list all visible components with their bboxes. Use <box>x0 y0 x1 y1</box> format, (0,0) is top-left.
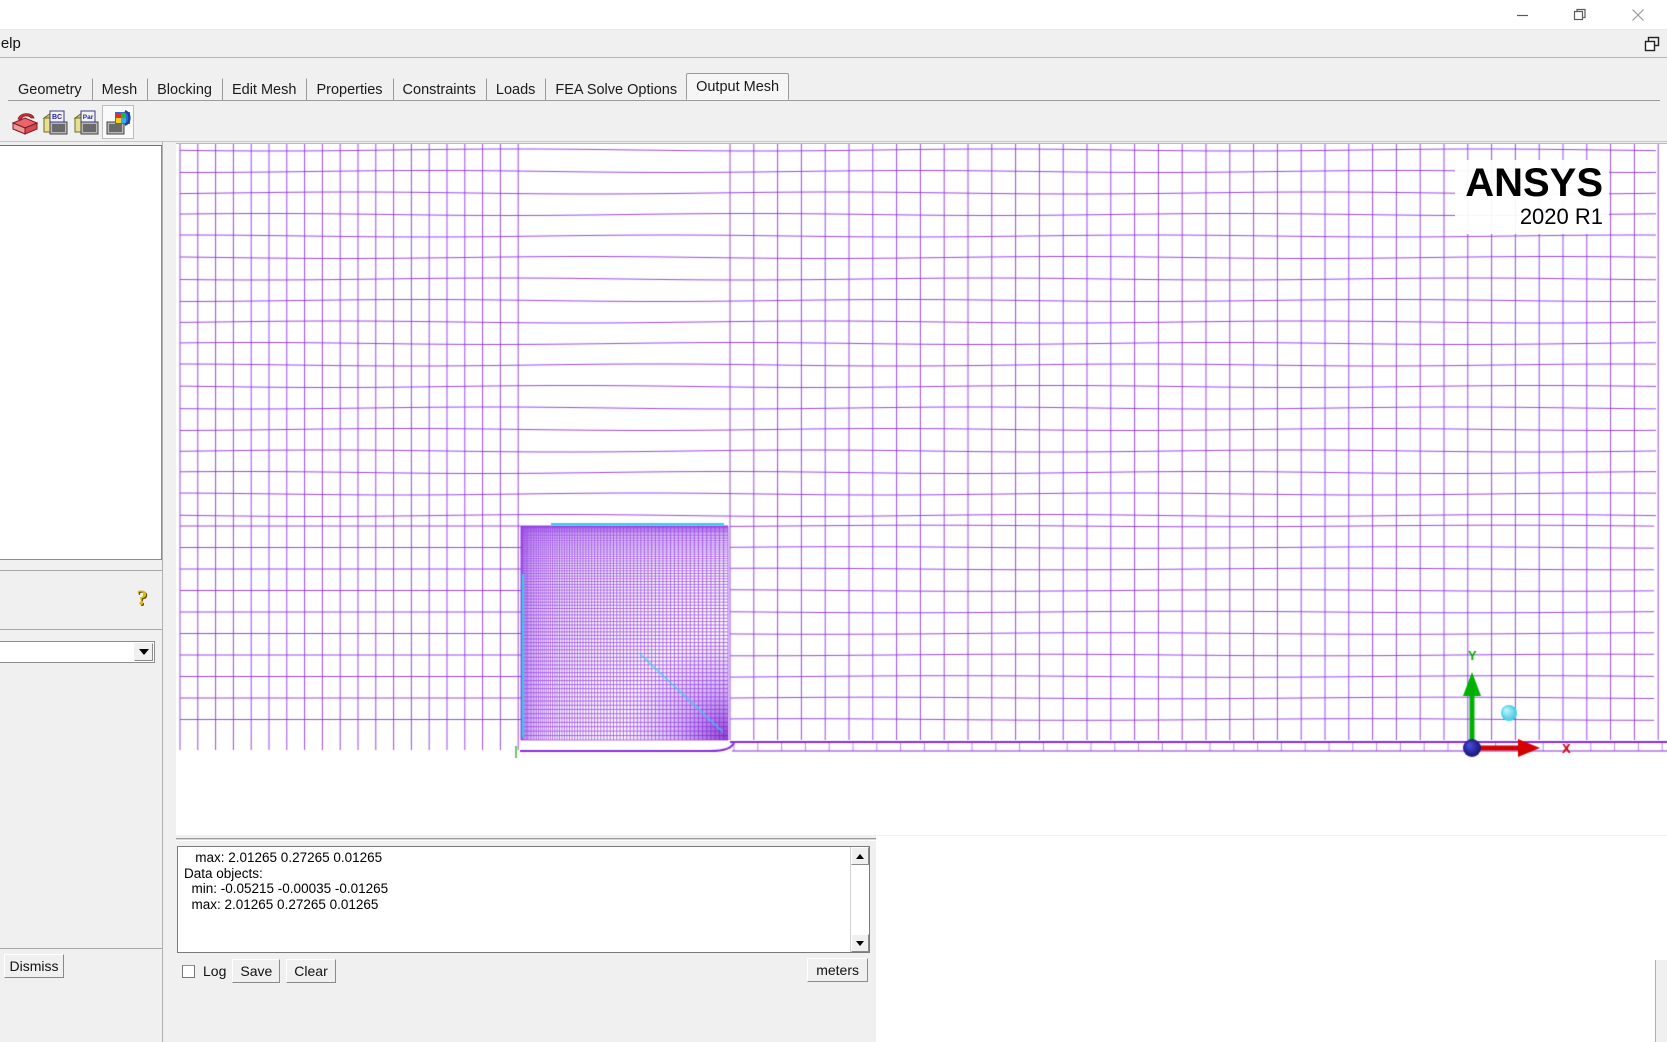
write-par-file-icon[interactable]: Par <box>72 106 102 138</box>
output-solver-dropdown[interactable] <box>0 641 155 663</box>
mesh-display[interactable] <box>176 144 1667 835</box>
right-edge-scroll[interactable] <box>1655 960 1667 1042</box>
menu-bar: Help <box>0 30 1667 58</box>
message-controls: Log Save Clear <box>182 958 336 984</box>
toolbar: BC Par <box>10 104 134 140</box>
write-input-icon[interactable] <box>102 105 134 139</box>
tab-fea-solve-options[interactable]: FEA Solve Options <box>545 78 688 100</box>
combo-strip <box>0 631 162 671</box>
tab-loads[interactable]: Loads <box>485 78 546 100</box>
question-mark-icon[interactable]: ? <box>132 585 152 611</box>
clear-button[interactable]: Clear <box>286 959 336 983</box>
write-bc-file-icon[interactable]: BC <box>41 106 71 138</box>
title-bar <box>0 0 1667 30</box>
panel-divider <box>0 948 162 949</box>
save-button[interactable]: Save <box>232 959 281 983</box>
minimize-button[interactable] <box>1493 0 1551 30</box>
tab-mesh[interactable]: Mesh <box>91 78 148 100</box>
close-button[interactable] <box>1609 0 1667 30</box>
restore-button[interactable] <box>1551 0 1609 30</box>
left-panel: ? Dismiss <box>0 142 163 1042</box>
chevron-down-icon[interactable] <box>134 643 153 661</box>
tab-strip: Geometry Mesh Blocking Edit Mesh Properties C… <box>0 58 1667 142</box>
dismiss-button[interactable]: Dismiss <box>4 954 64 978</box>
log-label: Log <box>203 963 227 979</box>
svg-text:Par: Par <box>83 114 94 121</box>
menu-item-help[interactable]: Help <box>0 34 27 54</box>
message-log[interactable]: max: 2.01265 0.27265 0.01265 Data object… <box>177 846 870 953</box>
message-area-divider <box>176 838 876 841</box>
tab-constraints[interactable]: Constraints <box>392 78 486 100</box>
scroll-track[interactable] <box>851 865 869 934</box>
application-window: Help GeometryMeshBlockingEdit MeshProper… <box>0 0 1667 1042</box>
units-button[interactable]: meters <box>807 958 868 982</box>
log-checkbox[interactable] <box>182 964 195 978</box>
message-log-scrollbar[interactable] <box>850 847 869 952</box>
help-strip: ? <box>0 570 162 630</box>
message-log-text: max: 2.01265 0.27265 0.01265 Data object… <box>184 850 389 912</box>
tab-row: Geometry Mesh Blocking Edit Mesh Properties C… <box>8 73 790 100</box>
scroll-down-button[interactable] <box>851 934 869 952</box>
tab-properties[interactable]: Properties <box>306 78 393 100</box>
svg-text:BC: BC <box>52 114 62 121</box>
scroll-up-button[interactable] <box>851 847 869 865</box>
graphics-viewport[interactable]: ANSYS 2020 R1 <box>176 143 1667 835</box>
toolbar-divider <box>0 141 1667 142</box>
window-controls <box>1493 0 1667 30</box>
viewport-bottom-fill <box>876 836 1667 1042</box>
tab-blocking[interactable]: Blocking <box>147 78 222 100</box>
select-solver-icon[interactable] <box>10 106 40 138</box>
restore-panel-icon[interactable] <box>1641 33 1663 55</box>
tab-edit-mesh[interactable]: Edit Mesh <box>221 78 307 100</box>
tab-output-mesh[interactable]: Output Mesh <box>686 73 790 100</box>
tab-geometry[interactable]: Geometry <box>8 78 92 100</box>
message-area: max: 2.01265 0.27265 0.01265 Data object… <box>176 836 876 1042</box>
model-tree[interactable] <box>0 145 162 560</box>
